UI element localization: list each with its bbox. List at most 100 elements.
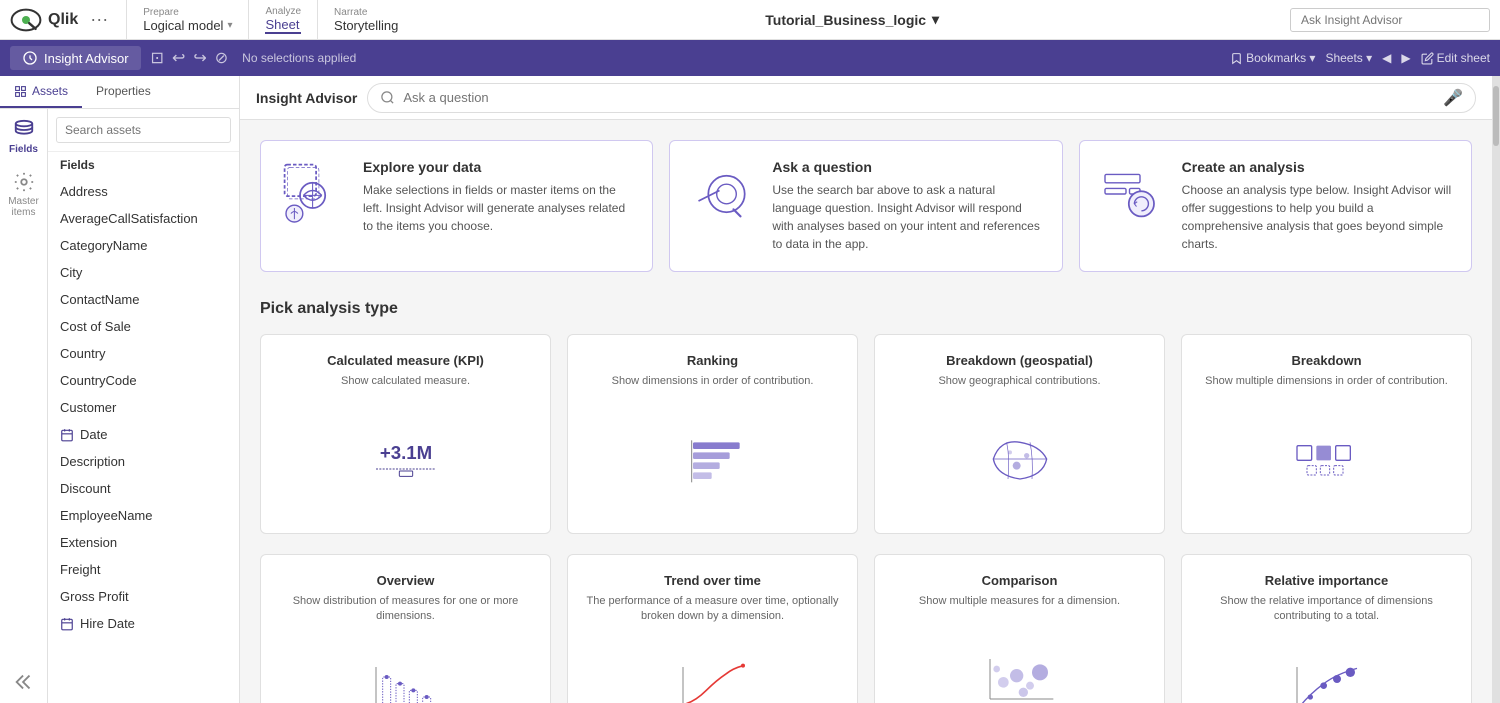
- field-label: Extension: [60, 535, 117, 550]
- create-card-title: Create an analysis: [1182, 159, 1453, 175]
- field-item-extension[interactable]: Extension: [48, 529, 239, 556]
- ask-icon: [688, 159, 758, 229]
- left-panel: Assets Properties Fields Master items: [0, 76, 240, 703]
- overview-title: Overview: [377, 573, 435, 588]
- explore-icon: [279, 159, 349, 229]
- overview-visual: [366, 639, 446, 703]
- field-item-freight[interactable]: Freight: [48, 556, 239, 583]
- select-tool-button[interactable]: ⊡: [151, 48, 164, 68]
- right-tools: Bookmarks ▾ Sheets ▾ ◀ ▶ Edit sheet: [1230, 51, 1490, 65]
- explore-card: Explore your data Make selections in fie…: [260, 140, 653, 272]
- kpi-desc: Show calculated measure.: [341, 374, 470, 389]
- field-item-countrycode[interactable]: CountryCode: [48, 367, 239, 394]
- search-assets-input[interactable]: [56, 117, 231, 143]
- analysis-grid-1: Calculated measure (KPI) Show calculated…: [260, 334, 1472, 534]
- nav-analyze[interactable]: Analyze Sheet: [248, 0, 317, 39]
- app-title[interactable]: Tutorial_Business_logic ▾: [765, 11, 939, 28]
- master-items-icon-button[interactable]: Master items: [0, 171, 47, 218]
- tab-assets[interactable]: Assets: [0, 76, 82, 108]
- nav-prepare-label: Prepare: [143, 7, 232, 18]
- field-item-category[interactable]: CategoryName: [48, 232, 239, 259]
- field-item-grossprofit[interactable]: Gross Profit: [48, 583, 239, 610]
- ranking-visual: [673, 403, 753, 515]
- create-icon: [1098, 159, 1168, 229]
- prev-button[interactable]: ◀: [1382, 51, 1391, 65]
- relative-title: Relative importance: [1265, 573, 1389, 588]
- panel-collapse-button[interactable]: [13, 671, 35, 693]
- ask-card-desc: Use the search bar above to ask a natura…: [772, 181, 1043, 253]
- analysis-comparison[interactable]: Comparison Show multiple measures for a …: [874, 554, 1165, 703]
- field-item-country[interactable]: Country: [48, 340, 239, 367]
- field-item-date[interactable]: Date: [48, 421, 239, 448]
- field-item-costofsale[interactable]: Cost of Sale: [48, 313, 239, 340]
- calendar-icon: [60, 617, 74, 631]
- field-item-address[interactable]: Address: [48, 178, 239, 205]
- insight-header: Insight Advisor 🎤: [240, 76, 1492, 120]
- svg-text:+3.1M: +3.1M: [379, 442, 431, 463]
- insight-advisor-button[interactable]: Insight Advisor: [10, 46, 141, 70]
- fields-icon-button[interactable]: Fields: [9, 119, 38, 155]
- scroll-right[interactable]: [1492, 76, 1500, 703]
- create-card: Create an analysis Choose an analysis ty…: [1079, 140, 1472, 272]
- field-item-contact[interactable]: ContactName: [48, 286, 239, 313]
- field-item-city[interactable]: City: [48, 259, 239, 286]
- nav-narrate-value: Storytelling: [334, 18, 398, 33]
- fields-section: Fields AddressAverageCallSatisfactionCat…: [48, 109, 239, 703]
- analysis-breakdown[interactable]: Breakdown Show multiple dimensions in or…: [1181, 334, 1472, 534]
- ask-card-title: Ask a question: [772, 159, 1043, 175]
- bookmarks-button[interactable]: Bookmarks ▾: [1230, 51, 1315, 65]
- app-title-chevron: ▾: [932, 11, 939, 28]
- analysis-trend[interactable]: Trend over time The performance of a mea…: [567, 554, 858, 703]
- relative-desc: Show the relative importance of dimensio…: [1200, 594, 1453, 625]
- top-nav: Qlik ··· Prepare Logical model ▾ Analyze…: [0, 0, 1500, 40]
- nav-prepare[interactable]: Prepare Logical model ▾: [126, 0, 248, 39]
- analysis-relative[interactable]: Relative importance Show the relative im…: [1181, 554, 1472, 703]
- ask-card-icon: [688, 159, 758, 229]
- insight-search-input[interactable]: [403, 90, 1435, 105]
- ask-card: Ask a question Use the search bar above …: [669, 140, 1062, 272]
- field-item-avgcall[interactable]: AverageCallSatisfaction: [48, 205, 239, 232]
- tab-properties[interactable]: Properties: [82, 76, 165, 108]
- nav-narrate-label: Narrate: [334, 7, 398, 18]
- analysis-geospatial[interactable]: Breakdown (geospatial) Show geographical…: [874, 334, 1165, 534]
- microphone-icon[interactable]: 🎤: [1443, 88, 1463, 108]
- analysis-overview[interactable]: Overview Show distribution of measures f…: [260, 554, 551, 703]
- field-item-description[interactable]: Description: [48, 448, 239, 475]
- field-label: AverageCallSatisfaction: [60, 211, 198, 226]
- field-item-customer[interactable]: Customer: [48, 394, 239, 421]
- nav-center: Tutorial_Business_logic ▾: [414, 11, 1290, 28]
- insight-panel: Insight Advisor 🎤: [240, 76, 1492, 703]
- breakdown-title: Breakdown: [1291, 353, 1361, 368]
- field-item-discount[interactable]: Discount: [48, 475, 239, 502]
- field-item-hiredate[interactable]: Hire Date: [48, 610, 239, 637]
- overview-desc: Show distribution of measures for one or…: [279, 594, 532, 625]
- asset-tabs: Assets Properties: [0, 76, 239, 109]
- field-label: Country: [60, 346, 106, 361]
- dots-menu-button[interactable]: ···: [84, 9, 114, 30]
- field-label: Freight: [60, 562, 100, 577]
- fields-list: Address AverageCallSatisfaction CategoryNa…: [48, 178, 239, 703]
- clear-button[interactable]: ⊘: [215, 48, 228, 68]
- scroll-thumb: [1493, 86, 1499, 146]
- sheets-button[interactable]: Sheets ▾: [1325, 51, 1372, 65]
- nav-prepare-value: Logical model ▾: [143, 18, 232, 33]
- trend-desc: The performance of a measure over time, …: [586, 594, 839, 625]
- forward-button[interactable]: ↪: [193, 48, 206, 68]
- field-item-employeename[interactable]: EmployeeName: [48, 502, 239, 529]
- back-button[interactable]: ↩: [172, 48, 185, 68]
- calendar-icon: [60, 428, 74, 442]
- prepare-chevron: ▾: [227, 20, 232, 31]
- analysis-ranking[interactable]: Ranking Show dimensions in order of cont…: [567, 334, 858, 534]
- field-label: City: [60, 265, 82, 280]
- explore-card-desc: Make selections in fields or master item…: [363, 181, 634, 235]
- analysis-kpi[interactable]: Calculated measure (KPI) Show calculated…: [260, 334, 551, 534]
- cards-row: Explore your data Make selections in fie…: [260, 140, 1472, 272]
- field-label: Cost of Sale: [60, 319, 131, 334]
- ask-insight-input[interactable]: [1290, 8, 1490, 32]
- edit-sheet-button[interactable]: Edit sheet: [1421, 51, 1490, 65]
- field-label: Address: [60, 184, 108, 199]
- comparison-title: Comparison: [982, 573, 1058, 588]
- nav-narrate[interactable]: Narrate Storytelling: [317, 0, 414, 39]
- insight-content: Explore your data Make selections in fie…: [240, 120, 1492, 703]
- next-button[interactable]: ▶: [1401, 51, 1410, 65]
